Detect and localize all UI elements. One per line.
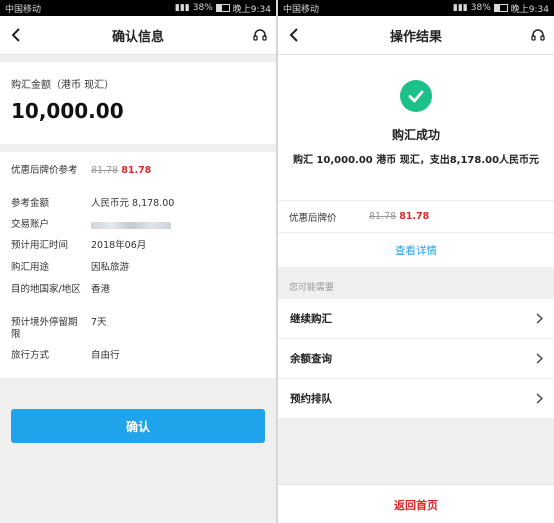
clock-time: 晚上9:34 xyxy=(232,4,271,15)
new-price: 81.78 xyxy=(121,165,152,176)
nav-bar: 操作结果 xyxy=(278,16,554,55)
battery-percent: 38% xyxy=(192,3,213,13)
detail-key: 参考金额 xyxy=(11,198,50,209)
detail-key: 旅行方式 xyxy=(11,350,50,361)
signal-icon: ▮▮▮ xyxy=(452,3,468,13)
detail-value: 7天 xyxy=(91,317,107,328)
price-label: 优惠后牌价 xyxy=(289,212,337,224)
headset-icon[interactable] xyxy=(250,25,270,45)
detail-value: 香港 xyxy=(91,284,111,295)
nav-bar: 确认信息 xyxy=(0,16,276,55)
signal-icon: ▮▮▮ xyxy=(174,3,190,13)
back-arrow-icon[interactable] xyxy=(284,25,304,45)
detail-row-travel-mode: 旅行方式 自由行 xyxy=(11,350,271,362)
detail-row-purpose: 购汇用途 因私旅游 xyxy=(11,262,271,274)
masked-account-number xyxy=(91,222,171,229)
clock-time: 晚上9:34 xyxy=(510,4,549,15)
result-title: 购汇成功 xyxy=(391,128,440,142)
detail-card: 优惠后牌价参考 81.78 81.78 参考金额 人民币元 8,178.00 交… xyxy=(0,152,276,378)
price-row: 优惠后牌价 81.78 81.78 xyxy=(278,200,554,233)
menu-item-queue-booking[interactable]: 预约排队 xyxy=(278,379,554,419)
back-arrow-icon[interactable] xyxy=(6,25,26,45)
battery-icon xyxy=(215,4,230,12)
battery-icon xyxy=(493,4,508,12)
detail-value: 人民币元 8,178.00 xyxy=(91,198,175,209)
amount-value: 10,000.00 xyxy=(11,99,124,123)
page-title: 操作结果 xyxy=(389,29,442,45)
old-price: 81.78 xyxy=(91,165,119,176)
detail-key: 优惠后牌价参考 xyxy=(11,165,78,176)
detail-value: 自由行 xyxy=(91,350,120,361)
confirm-screen: 中国移动 ▮▮▮ 38% 晚上9:34 确认信息 购汇金额（港币 现汇） 10,… xyxy=(0,0,276,523)
detail-key: 交易账户 xyxy=(11,219,50,230)
chevron-right-icon xyxy=(536,313,543,324)
confirm-button[interactable]: 确认 xyxy=(11,409,265,443)
amount-card: 购汇金额（港币 现汇） 10,000.00 xyxy=(0,62,276,144)
amount-label: 购汇金额（港币 现汇） xyxy=(11,80,115,91)
old-price: 81.78 xyxy=(369,211,397,222)
new-price: 81.78 xyxy=(399,211,430,222)
battery-percent: 38% xyxy=(470,3,491,13)
detail-value: 因私旅游 xyxy=(91,262,130,273)
view-details-link[interactable]: 查看详情 xyxy=(278,233,554,267)
detail-row-account: 交易账户 xyxy=(11,219,271,233)
section-label: 您可能需要 xyxy=(289,283,335,293)
menu-item-label: 余额查询 xyxy=(290,353,332,365)
detail-key: 目的地国家/地区 xyxy=(11,284,81,295)
carrier-label: 中国移动 xyxy=(283,4,320,15)
menu-item-balance-inquiry[interactable]: 余额查询 xyxy=(278,339,554,379)
back-to-home-button[interactable]: 返回首页 xyxy=(278,484,554,523)
detail-value: 2018年06月 xyxy=(91,240,147,251)
chevron-right-icon xyxy=(536,393,543,404)
chevron-right-icon xyxy=(536,353,543,364)
check-icon xyxy=(400,80,432,112)
status-bar: 中国移动 ▮▮▮ 38% 晚上9:34 xyxy=(0,0,276,16)
menu-item-continue-purchase[interactable]: 继续购汇 xyxy=(278,299,554,339)
menu-item-label: 继续购汇 xyxy=(290,313,332,325)
headset-icon[interactable] xyxy=(528,25,548,45)
menu-item-label: 预约排队 xyxy=(290,393,332,405)
suggestion-menu: 继续购汇 余额查询 预约排队 xyxy=(278,299,554,419)
detail-row-stay: 预计境外停留期限 7天 xyxy=(11,317,271,341)
result-description: 购汇 10,000.00 港币 现汇，支出8,178.00人民币元 xyxy=(292,155,540,166)
detail-row-price: 优惠后牌价参考 81.78 81.78 xyxy=(11,165,271,177)
detail-key: 预计境外停留期限 xyxy=(11,317,78,340)
detail-key: 购汇用途 xyxy=(11,262,50,273)
detail-row-ref-amount: 参考金额 人民币元 8,178.00 xyxy=(11,198,271,210)
page-title: 确认信息 xyxy=(111,29,164,45)
status-bar: 中国移动 ▮▮▮ 38% 晚上9:34 xyxy=(278,0,554,16)
detail-row-destination: 目的地国家/地区 香港 xyxy=(11,284,271,296)
detail-key: 预计用汇时间 xyxy=(11,240,69,251)
detail-row-time: 预计用汇时间 2018年06月 xyxy=(11,240,271,252)
carrier-label: 中国移动 xyxy=(5,4,42,15)
result-screen: 中国移动 ▮▮▮ 38% 晚上9:34 操作结果 购汇成功 购汇 10,000.… xyxy=(278,0,554,523)
